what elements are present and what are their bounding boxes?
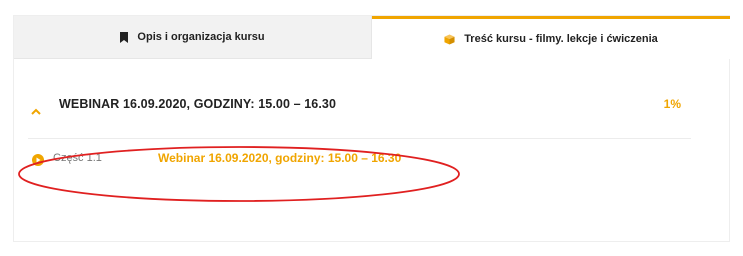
section-title: WEBINAR 16.09.2020, GODZINY: 15.00 – 16.… [59,97,337,111]
course-tabs: Opis i organizacja kursu Treść kursu - f… [14,16,730,59]
play-icon[interactable] [32,153,44,171]
tab-course-description[interactable]: Opis i organizacja kursu [14,16,372,59]
lesson-part-label: Część 1.1 [53,152,102,164]
lesson-item[interactable]: Część 1.1 Webinar 16.09.2020, godziny: 1… [32,150,452,170]
bookmark-icon [120,31,129,43]
course-section-header[interactable]: WEBINAR 16.09.2020, GODZINY: 15.00 – 16.… [28,86,691,139]
tab-course-content-label: Treść kursu - filmy. lekcje i ćwiczenia [464,33,658,45]
section-progress: 1% [663,97,681,111]
box-icon [444,33,455,45]
chevron-up-icon[interactable] [31,102,41,120]
lesson-title-link[interactable]: Webinar 16.09.2020, godziny: 15.00 – 16.… [158,151,401,165]
tab-course-content[interactable]: Treść kursu - filmy. lekcje i ćwiczenia [372,16,730,59]
tab-course-description-label: Opis i organizacja kursu [137,31,265,43]
